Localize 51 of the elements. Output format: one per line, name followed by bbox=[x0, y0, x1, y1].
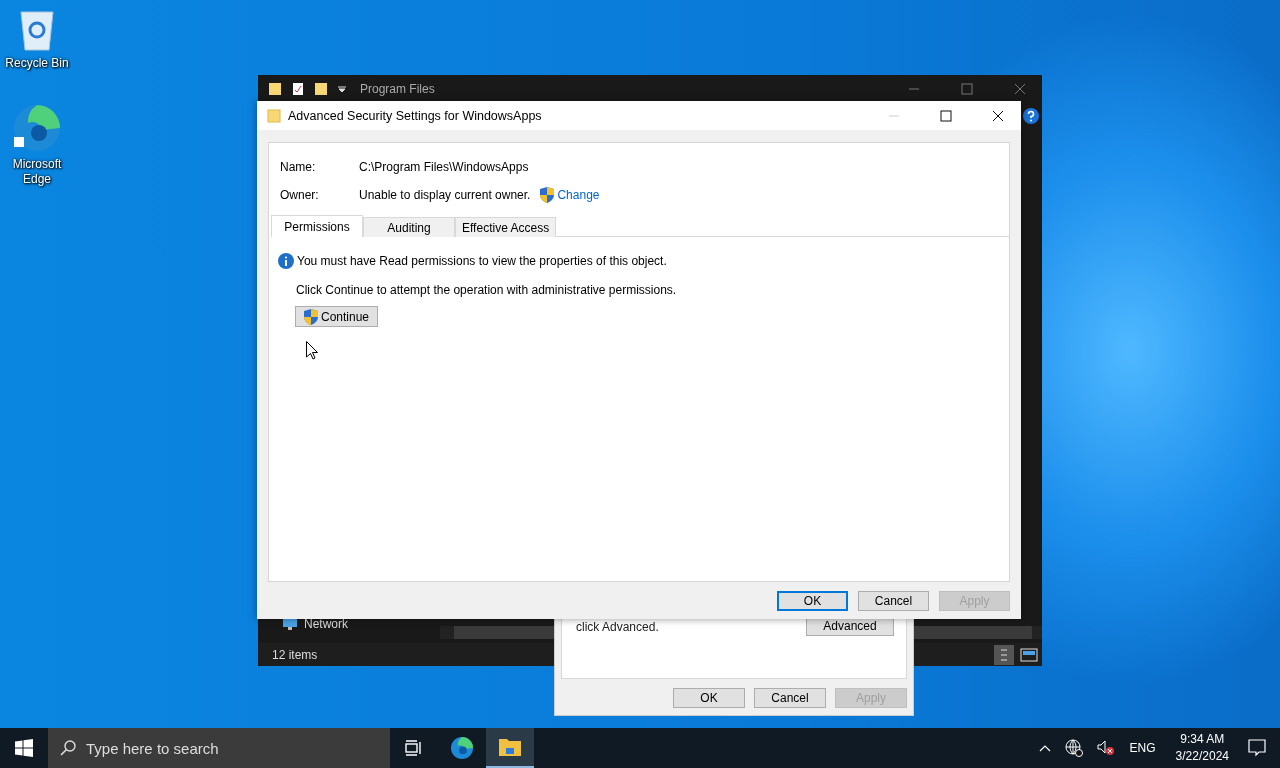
notification-icon[interactable] bbox=[1248, 739, 1266, 757]
shield-icon bbox=[303, 308, 318, 325]
folder-icon[interactable] bbox=[268, 81, 282, 96]
change-link[interactable]: Change bbox=[557, 188, 600, 202]
windows-logo-icon bbox=[15, 739, 33, 757]
prompt-text: Click Continue to attempt the operation with administrative permissions. bbox=[296, 283, 678, 297]
desktop-icon-label[interactable]: Recycle Bin bbox=[2, 56, 72, 71]
network-icon[interactable] bbox=[282, 617, 298, 631]
dialog-button[interactable]: Cancel bbox=[754, 688, 826, 708]
shield-icon bbox=[540, 187, 555, 203]
cursor-icon bbox=[306, 341, 318, 360]
network-globe-icon[interactable] bbox=[1064, 739, 1083, 757]
folder-icon bbox=[267, 108, 281, 123]
info-message: You must have Read permissions to view the properties of this object. bbox=[297, 254, 667, 268]
edge-icon[interactable] bbox=[12, 103, 62, 153]
dialog-button[interactable]: Cancel bbox=[858, 591, 929, 611]
folder-icon bbox=[498, 737, 522, 757]
dialog-button[interactable]: OK bbox=[777, 591, 848, 611]
chevron-up-icon[interactable] bbox=[1038, 744, 1051, 752]
continue-button[interactable]: Continue bbox=[295, 306, 378, 327]
search-field[interactable]: Type here to search bbox=[48, 728, 390, 768]
tab[interactable]: Permissions bbox=[271, 215, 363, 237]
desktop-icon-label[interactable]: Microsoft Edge bbox=[2, 157, 72, 187]
language-indicator[interactable]: ENG bbox=[1129, 741, 1156, 755]
tab[interactable]: Auditing bbox=[363, 217, 455, 237]
details-view-icon[interactable] bbox=[994, 644, 1014, 665]
dialog-title: Advanced Security Settings for WindowsApps bbox=[288, 108, 542, 123]
field-value: Unable to display current owner. bbox=[359, 188, 531, 202]
muted-speaker-icon[interactable] bbox=[1096, 740, 1115, 756]
field-label: Name: bbox=[280, 160, 317, 174]
tab[interactable]: Effective Access bbox=[455, 217, 557, 237]
clock[interactable]: 9:34 AM 3/22/2024 bbox=[1175, 731, 1229, 765]
edge-icon bbox=[450, 736, 474, 760]
file-explorer-taskbar-button[interactable] bbox=[486, 728, 534, 768]
nav-item[interactable]: Network bbox=[304, 617, 348, 631]
dialog-button[interactable]: OK bbox=[673, 688, 745, 708]
folder-icon[interactable] bbox=[314, 81, 328, 96]
window-title: Program Files bbox=[360, 81, 435, 96]
close-icon[interactable] bbox=[992, 109, 1004, 122]
item-count: 12 items bbox=[272, 647, 318, 662]
help-icon[interactable] bbox=[1023, 108, 1039, 124]
task-view-icon bbox=[405, 740, 423, 756]
tiles-view-icon[interactable] bbox=[1020, 646, 1038, 663]
field-label: Owner: bbox=[280, 188, 320, 202]
recycle-bin-icon[interactable] bbox=[17, 8, 57, 52]
field-value: C:\Program Files\WindowsApps bbox=[359, 160, 529, 174]
maximize-icon[interactable] bbox=[940, 109, 952, 122]
properties-icon[interactable] bbox=[291, 81, 305, 96]
advanced-note: click Advanced. bbox=[576, 620, 659, 634]
dropdown-icon[interactable] bbox=[337, 83, 347, 94]
info-icon bbox=[278, 253, 294, 269]
